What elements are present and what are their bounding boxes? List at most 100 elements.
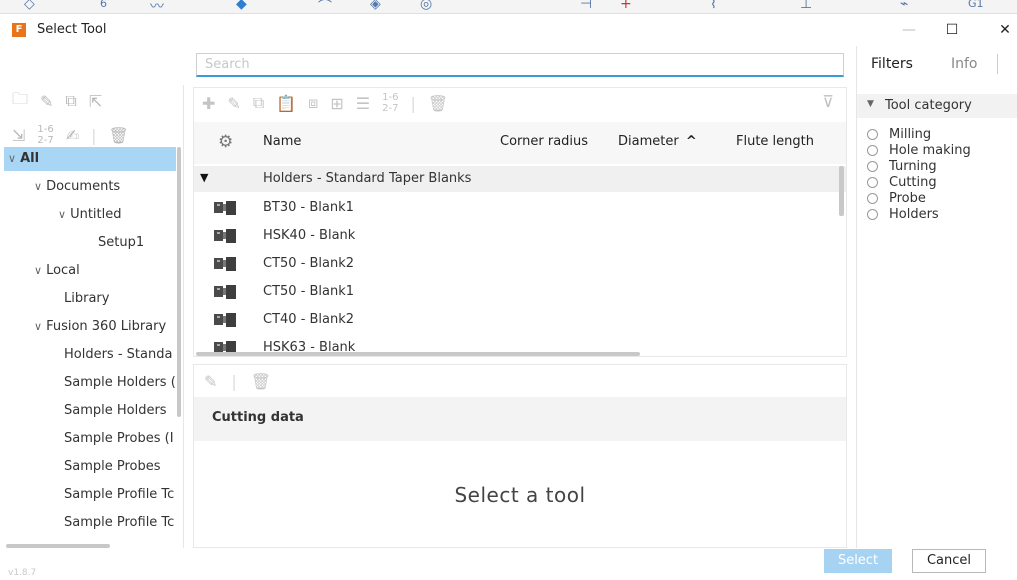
tree-item[interactable]: Sample Holders ( bbox=[4, 371, 176, 395]
toolbar-glyph[interactable]: ⌒ bbox=[318, 0, 332, 13]
table-row[interactable]: CT40 - Blank2 bbox=[194, 306, 846, 334]
tab-filters[interactable]: Filters bbox=[871, 56, 913, 72]
delete-icon[interactable]: 🗑 bbox=[109, 126, 129, 145]
new-folder-icon[interactable]: 🗀 bbox=[12, 88, 28, 115]
cutting-data-section: Cutting data bbox=[194, 397, 846, 441]
column-diameter[interactable]: Diameter ^ bbox=[618, 134, 697, 149]
toolbar-glyph[interactable]: ⊣ bbox=[580, 0, 592, 12]
import-icon[interactable]: ⇲ bbox=[12, 126, 25, 145]
tree-vertical-scrollbar[interactable] bbox=[176, 147, 182, 542]
tool-category-header[interactable]: ▼ Tool category bbox=[857, 94, 1017, 118]
table-row[interactable]: CT50 - Blank1 bbox=[194, 278, 846, 306]
tree-item-label: Sample Probes bbox=[64, 459, 161, 474]
toolbar-glyph[interactable]: ⌁ bbox=[900, 0, 908, 12]
column-flute-length[interactable]: Flute length bbox=[736, 134, 814, 149]
tree-item-label: Setup1 bbox=[98, 235, 145, 250]
category-radio-item[interactable]: Milling bbox=[867, 126, 931, 142]
tree-item[interactable]: ∨ All bbox=[4, 147, 176, 171]
chevron-down-icon[interactable]: ∨ bbox=[34, 320, 42, 333]
renumber-icon[interactable]: 1-6 2-7 bbox=[37, 124, 53, 146]
tree-item-label: Untitled bbox=[70, 207, 122, 222]
export-tool-icon[interactable]: ⊞ bbox=[330, 94, 343, 113]
copy-library-icon[interactable]: ⧉ bbox=[65, 91, 76, 111]
category-radio-item[interactable]: Probe bbox=[867, 190, 926, 206]
group-row[interactable]: ▼ Holders - Standard Taper Blanks bbox=[194, 166, 846, 192]
category-radio-item[interactable]: Turning bbox=[867, 158, 937, 174]
tree-item-label: Sample Profile Tc bbox=[64, 515, 175, 530]
category-label: Milling bbox=[889, 126, 932, 142]
tree-item[interactable]: ∨ Local bbox=[4, 259, 176, 283]
clear-filter-icon[interactable]: ⊽ bbox=[822, 92, 834, 111]
delete-detail-icon[interactable]: 🗑 bbox=[251, 372, 271, 391]
tree-item[interactable]: Sample Profile Tc bbox=[4, 511, 176, 535]
chevron-down-icon[interactable]: ∨ bbox=[8, 152, 16, 165]
delete-tool-icon[interactable]: 🗑 bbox=[428, 94, 448, 113]
gear-icon[interactable]: ⚙ bbox=[218, 132, 233, 152]
radio-icon[interactable] bbox=[867, 208, 878, 220]
column-corner-radius[interactable]: Corner radius bbox=[500, 134, 588, 149]
cancel-button[interactable]: Cancel bbox=[912, 549, 986, 573]
chevron-down-icon[interactable]: ∨ bbox=[34, 180, 42, 193]
copy-icon[interactable]: ⧉ bbox=[253, 93, 264, 113]
renumber-tools-icon[interactable]: 1-6 2-7 bbox=[382, 92, 398, 114]
holder-icon bbox=[214, 257, 236, 271]
edit-tool-icon[interactable]: ✎ bbox=[227, 94, 240, 113]
paste-icon[interactable]: 📋 bbox=[276, 94, 296, 113]
tree-item[interactable]: Sample Profile Tc bbox=[4, 483, 176, 507]
toolbar-glyph[interactable]: ⌇ bbox=[710, 0, 717, 12]
tool-list-vertical-scrollbar[interactable] bbox=[839, 166, 844, 216]
toolbar-glyph[interactable]: ◇ bbox=[24, 0, 35, 12]
caret-down-icon[interactable]: ▼ bbox=[200, 171, 208, 184]
tree-item[interactable]: Holders - Standa bbox=[4, 343, 176, 367]
separator: | bbox=[410, 93, 416, 113]
maximize-button[interactable]: ☐ bbox=[940, 19, 964, 41]
category-radio-item[interactable]: Hole making bbox=[867, 142, 971, 158]
tree-item[interactable]: ∨ Untitled bbox=[4, 203, 176, 227]
toolbar-badge[interactable]: 6 bbox=[100, 0, 107, 10]
radio-icon[interactable] bbox=[867, 128, 878, 140]
tree-item[interactable]: ∨ Fusion 360 Library bbox=[4, 315, 176, 339]
category-radio-item[interactable]: Cutting bbox=[867, 174, 937, 190]
edit-icon[interactable]: ✎ bbox=[40, 92, 53, 111]
table-row[interactable]: HSK40 - Blank bbox=[194, 222, 846, 250]
duplicate-icon[interactable]: ⧈ bbox=[308, 93, 318, 113]
column-name[interactable]: Name bbox=[263, 134, 301, 149]
tree-item[interactable]: Sample Holders bbox=[4, 399, 176, 423]
radio-icon[interactable] bbox=[867, 160, 878, 172]
category-radio-item[interactable]: Holders bbox=[867, 206, 939, 222]
sign-icon[interactable]: ✍ bbox=[66, 126, 79, 145]
search-input[interactable] bbox=[196, 53, 844, 77]
export-icon[interactable]: ⇱ bbox=[89, 92, 102, 111]
add-tool-icon[interactable]: ✚ bbox=[202, 94, 215, 113]
tree-item[interactable]: Setup1 bbox=[4, 231, 176, 255]
toolbar-glyph[interactable]: ⊥ bbox=[800, 0, 812, 12]
table-row[interactable]: BT30 - Blank1 bbox=[194, 194, 846, 222]
radio-icon[interactable] bbox=[867, 192, 878, 204]
tree-item[interactable]: Sample Probes bbox=[4, 455, 176, 479]
toolbar-glyph[interactable]: + bbox=[620, 0, 632, 12]
close-button[interactable]: ✕ bbox=[993, 19, 1017, 41]
toolbar-badge[interactable]: G1 bbox=[968, 0, 984, 10]
tree-item[interactable]: Sample Probes (I bbox=[4, 427, 176, 451]
tree-item[interactable]: ∨ Documents bbox=[4, 175, 176, 199]
tool-list-horizontal-scrollbar[interactable] bbox=[196, 352, 640, 356]
tab-info[interactable]: Info bbox=[951, 56, 978, 72]
chevron-down-icon[interactable]: ∨ bbox=[58, 208, 66, 221]
radio-icon[interactable] bbox=[867, 176, 878, 188]
toolbar-glyph[interactable]: ◆ bbox=[236, 0, 247, 12]
table-row[interactable]: CT50 - Blank2 bbox=[194, 250, 846, 278]
toolbar-glyph[interactable]: ◈ bbox=[370, 0, 381, 12]
select-button[interactable]: Select bbox=[824, 549, 892, 573]
toolbar-glyph[interactable]: ◎ bbox=[420, 0, 432, 12]
table-row[interactable]: HSK63 - Blank bbox=[194, 334, 846, 354]
chevron-down-icon[interactable]: ∨ bbox=[34, 264, 42, 277]
tree-item[interactable]: Library bbox=[4, 287, 176, 311]
minimize-button[interactable]: — bbox=[897, 19, 921, 41]
edit-detail-icon[interactable]: ✎ bbox=[204, 372, 217, 391]
radio-icon[interactable] bbox=[867, 144, 878, 156]
toolbar-glyph[interactable]: 〰 bbox=[150, 0, 164, 13]
sort-ascending-icon: ^ bbox=[685, 134, 697, 149]
stack-icon[interactable]: ☰ bbox=[356, 94, 370, 113]
tree-horizontal-scrollbar[interactable] bbox=[6, 544, 110, 548]
group-label: Holders - Standard Taper Blanks bbox=[263, 171, 472, 186]
